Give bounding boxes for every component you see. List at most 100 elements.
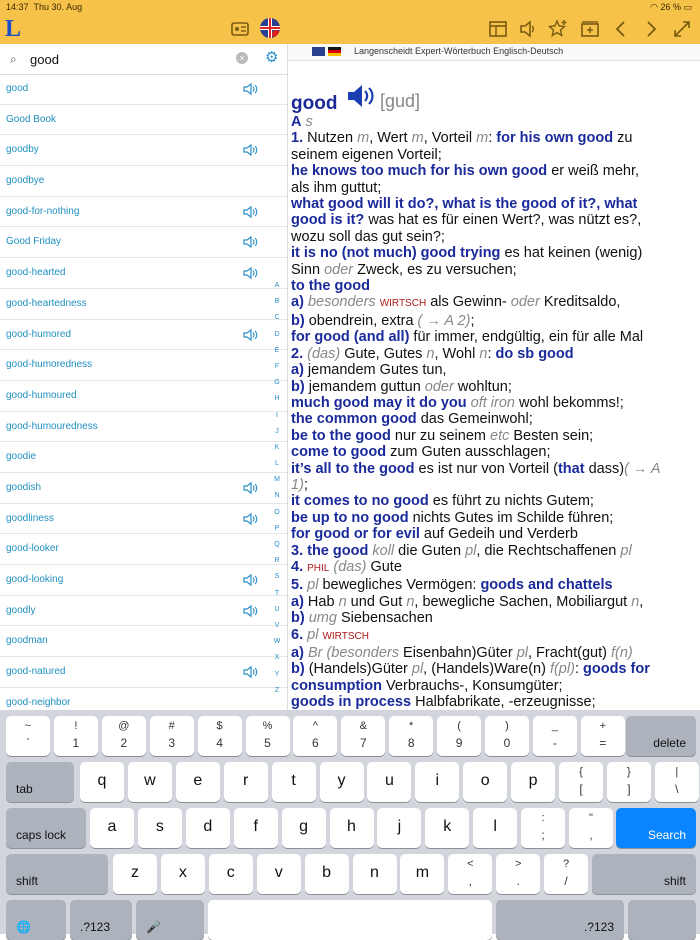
key[interactable]: v xyxy=(256,854,301,894)
favorite-add-icon[interactable] xyxy=(547,19,568,39)
key[interactable]: g xyxy=(281,808,326,848)
key[interactable]: h xyxy=(329,808,374,848)
key[interactable]: #3 xyxy=(149,716,194,756)
search-key[interactable]: Search xyxy=(616,808,696,848)
key[interactable]: q xyxy=(80,762,124,802)
index-letter[interactable]: V xyxy=(270,618,284,634)
audio-icon[interactable] xyxy=(242,82,258,96)
key[interactable]: ", xyxy=(569,808,613,848)
list-item[interactable]: good-looker xyxy=(0,534,287,565)
index-letter[interactable]: W xyxy=(270,634,284,650)
key[interactable]: >. xyxy=(496,854,541,894)
numbers-key[interactable]: .?123 xyxy=(496,900,624,940)
key[interactable]: j xyxy=(377,808,422,848)
index-letter[interactable]: A xyxy=(270,278,284,294)
index-letter[interactable]: S xyxy=(270,569,284,585)
key[interactable]: a xyxy=(90,808,134,848)
index-letter[interactable]: X xyxy=(270,650,284,666)
index-letter[interactable]: C xyxy=(270,310,284,326)
list-item[interactable]: good-neighbor xyxy=(0,688,287,710)
audio-icon[interactable] xyxy=(242,512,258,526)
list-item[interactable]: Good Friday xyxy=(0,227,287,259)
headword-audio-icon[interactable] xyxy=(345,82,377,110)
key[interactable]: f xyxy=(233,808,278,848)
forward-icon[interactable] xyxy=(641,19,661,39)
key[interactable]: _ - xyxy=(532,716,577,756)
numbers-key[interactable]: .?123 xyxy=(70,900,132,940)
add-tab-icon[interactable] xyxy=(580,19,600,39)
shift-key[interactable]: shift xyxy=(6,854,108,894)
key[interactable]: ~ ` xyxy=(6,716,50,756)
audio-icon[interactable] xyxy=(242,143,258,157)
list-item[interactable]: good-heartedness xyxy=(0,289,287,320)
key[interactable]: * 8 xyxy=(389,716,434,756)
list-item[interactable]: goodby xyxy=(0,135,287,167)
index-letter[interactable]: L xyxy=(270,456,284,472)
key[interactable]: t xyxy=(271,762,316,802)
audio-icon[interactable] xyxy=(242,328,258,342)
list-item[interactable]: Good Book xyxy=(0,105,287,136)
mic-key[interactable]: 🎤 xyxy=(136,900,204,940)
key[interactable]: k xyxy=(425,808,470,848)
key[interactable]: ! 1 xyxy=(53,716,98,756)
list-item[interactable]: goodliness xyxy=(0,504,287,535)
key[interactable]: e xyxy=(175,762,220,802)
key[interactable]: m xyxy=(400,854,445,894)
tab-key[interactable]: tab xyxy=(6,762,74,802)
table-icon[interactable] xyxy=(488,19,508,39)
key[interactable]: @2 xyxy=(101,716,146,756)
list-item[interactable]: good-humoredness xyxy=(0,350,287,381)
index-letter[interactable]: T xyxy=(270,586,284,602)
list-item[interactable]: good-hearted xyxy=(0,258,287,289)
delete-key[interactable]: delete xyxy=(626,716,696,756)
list-item[interactable]: goodie xyxy=(0,442,287,473)
list-item[interactable]: goodly xyxy=(0,596,287,627)
key[interactable]: p xyxy=(511,762,556,802)
gear-icon[interactable]: ⚙ xyxy=(265,50,278,66)
hide-keyboard-key[interactable] xyxy=(628,900,696,940)
key[interactable]: i xyxy=(415,762,460,802)
key[interactable]: x xyxy=(160,854,205,894)
index-letter[interactable]: H xyxy=(270,391,284,407)
key[interactable]: % 5 xyxy=(245,716,290,756)
key[interactable]: c xyxy=(208,854,253,894)
index-letter[interactable]: G xyxy=(270,375,284,391)
list-item[interactable]: good-natured xyxy=(0,657,287,688)
index-letter[interactable]: Z xyxy=(270,683,284,699)
audio-icon[interactable] xyxy=(242,604,258,618)
list-item[interactable]: good-humored xyxy=(0,320,287,351)
index-letter[interactable]: I xyxy=(270,408,284,424)
index-letter[interactable]: Q xyxy=(270,537,284,553)
space-key[interactable] xyxy=(208,900,492,940)
key[interactable]: w xyxy=(127,762,172,802)
key[interactable]: }] xyxy=(606,762,651,802)
alphabet-index[interactable]: ABCDEFGHIJKLMNOPQRSTUVWXYZ xyxy=(270,278,284,699)
key[interactable]: {[ xyxy=(559,762,603,802)
key[interactable]: y xyxy=(319,762,364,802)
key[interactable]: ? / xyxy=(544,854,589,894)
search-input[interactable] xyxy=(30,50,220,68)
list-item[interactable]: good xyxy=(0,74,287,105)
key[interactable]: ) 0 xyxy=(485,716,529,756)
key[interactable]: n xyxy=(352,854,397,894)
key[interactable]: ^ 6 xyxy=(293,716,338,756)
index-letter[interactable]: R xyxy=(270,553,284,569)
key[interactable]: z xyxy=(113,854,157,894)
caps-lock-key[interactable]: caps lock xyxy=(6,808,86,848)
key[interactable]: l xyxy=(473,808,518,848)
key[interactable]: r xyxy=(223,762,268,802)
index-letter[interactable]: O xyxy=(270,505,284,521)
index-letter[interactable]: J xyxy=(270,424,284,440)
list-item[interactable]: good-humouredness xyxy=(0,412,287,443)
list-item[interactable]: goodman xyxy=(0,626,287,658)
key[interactable]: & 7 xyxy=(341,716,386,756)
list-item[interactable]: good-humoured xyxy=(0,381,287,412)
vocab-card-icon[interactable] xyxy=(230,19,250,39)
index-letter[interactable]: E xyxy=(270,343,284,359)
key[interactable]: s xyxy=(137,808,182,848)
key[interactable]: b xyxy=(304,854,349,894)
audio-icon[interactable] xyxy=(242,266,258,280)
shift-key[interactable]: shift xyxy=(592,854,696,894)
index-letter[interactable]: B xyxy=(270,294,284,310)
list-item[interactable]: good-for-nothing xyxy=(0,197,287,228)
